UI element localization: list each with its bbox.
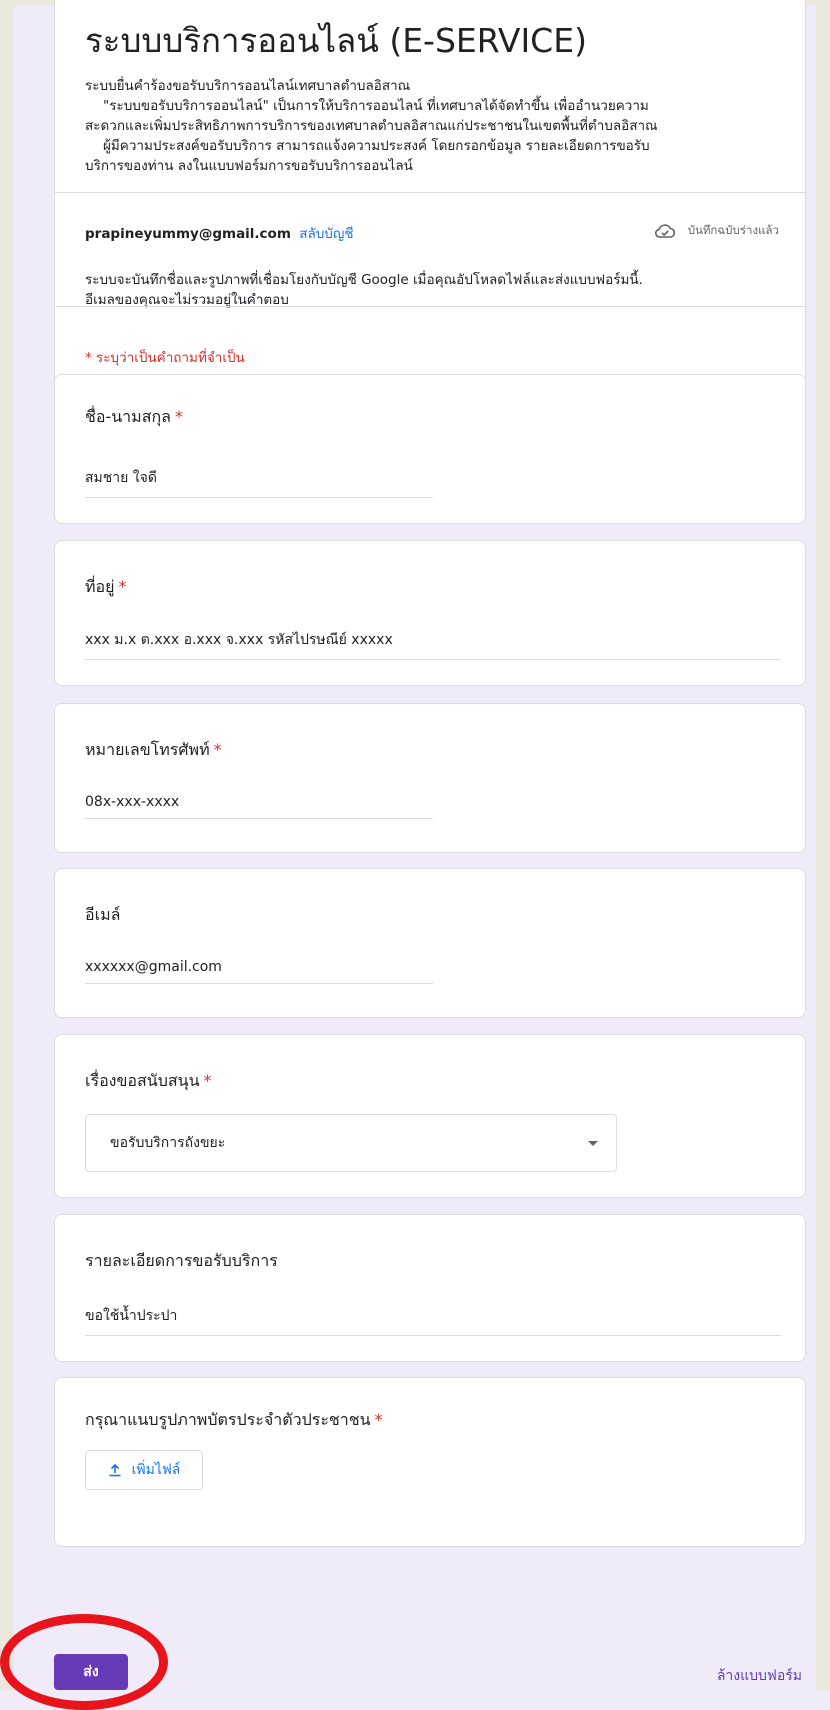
question-title: ที่อยู่ * [85,575,127,600]
description-line: ผู้มีความประสงค์ขอรับบริการ สามารถแจ้งคว… [103,138,650,154]
question-card-topic: เรื่องขอสนับสนุน * ขอรับบริการถังขยะ [54,1034,806,1198]
account-divider [55,306,805,307]
account-note-line: ระบบจะบันทึกชื่อและรูปภาพที่เชื่อมโยงกับ… [85,272,643,288]
right-margin [816,0,830,1690]
question-title-text: อีเมล์ [85,905,121,924]
question-title: เรื่องขอสนับสนุน * [85,1069,212,1094]
question-card-details: รายละเอียดการขอรับบริการ ขอใช้น้ำประปา [54,1214,806,1362]
required-asterisk: * [213,740,222,759]
phone-input[interactable]: 08x-xxx-xxxx [85,794,433,819]
question-title-text: กรุณาแนบรูปภาพบัตรประจำตัวประชาชน [85,1410,371,1429]
draft-status-label: บันทึกฉบับร่างแล้ว [687,223,779,237]
email-input[interactable]: xxxxxx@gmail.com [85,959,433,984]
question-card-upload: กรุณาแนบรูปภาพบัตรประจำตัวประชาชน * เพิ่ม… [54,1377,806,1547]
name-input[interactable]: สมชาย ใจดี [85,467,433,498]
clear-form-link[interactable]: ล้างแบบฟอร์ม [717,1665,802,1687]
question-title-text: ที่อยู่ [85,577,115,596]
question-title-text: ชื่อ-นามสกุล [85,407,171,426]
chevron-down-icon [588,1140,598,1146]
description-line: บริการของท่าน ลงในแบบฟอร์มการขอรับบริการ… [85,158,413,174]
description-line: สะดวกและเพิ่มประสิทธิภาพการบริการของเทศบ… [85,118,658,134]
draft-status: บันทึกฉบับร่างแล้ว [654,222,779,240]
form-header-card: ระบบบริการออนไลน์ (E-SERVICE) ระบบยื่นคำ… [54,0,806,384]
account-note: ระบบจะบันทึกชื่อและรูปภาพที่เชื่อมโยงกับ… [85,270,785,310]
add-file-button[interactable]: เพิ่มไฟล์ [85,1450,203,1490]
account-row: prapineyummy@gmail.com สลับบัญชี [85,222,354,244]
upload-icon [109,1463,121,1477]
required-asterisk: * [118,577,127,596]
description-line: ระบบยื่นคำร้องขอรับบริการออนไลน์เทศบาลตำ… [85,78,411,94]
required-asterisk: * [203,1071,212,1090]
question-card-email: อีเมล์ xxxxxx@gmail.com [54,868,806,1018]
cloud-done-icon [654,224,675,238]
required-note: * ระบุว่าเป็นคำถามที่จำเป็น [85,350,245,366]
dropdown-selected-value: ขอรับบริการถังขยะ [110,1135,226,1151]
form-title: ระบบบริการออนไลน์ (E-SERVICE) [85,21,587,60]
question-card-phone: หมายเลขโทรศัพท์ * 08x-xxx-xxxx [54,703,806,853]
form-description: ระบบยื่นคำร้องขอรับบริการออนไลน์เทศบาลตำ… [85,76,785,176]
add-file-label: เพิ่มไฟล์ [131,1462,181,1478]
required-asterisk: * [374,1410,383,1429]
switch-account-link[interactable]: สลับบัญชี [299,226,353,242]
details-input[interactable]: ขอใช้น้ำประปา [85,1305,781,1336]
question-title: ชื่อ-นามสกุล * [85,405,183,430]
left-margin [0,0,14,1690]
header-divider [55,192,805,193]
question-title: กรุณาแนบรูปภาพบัตรประจำตัวประชาชน * [85,1408,383,1433]
required-asterisk: * [174,407,183,426]
question-title-text: รายละเอียดการขอรับบริการ [85,1251,278,1270]
account-email: prapineyummy@gmail.com [85,226,291,242]
question-title-text: เรื่องขอสนับสนุน [85,1071,200,1090]
question-card-name: ชื่อ-นามสกุล * สมชาย ใจดี [54,374,806,524]
address-input[interactable]: xxx ม.x ต.xxx อ.xxx จ.xxx รหัสไปรษณีย์ x… [85,629,781,660]
question-title: อีเมล์ [85,903,120,928]
question-title-text: หมายเลขโทรศัพท์ [85,740,210,759]
topic-dropdown[interactable]: ขอรับบริการถังขยะ [85,1114,617,1172]
question-card-address: ที่อยู่ * xxx ม.x ต.xxx อ.xxx จ.xxx รหัสไ… [54,540,806,686]
question-title: รายละเอียดการขอรับบริการ [85,1249,278,1274]
description-line: "ระบบขอรับบริการออนไลน์" เป็นการให้บริกา… [103,98,649,114]
submit-button[interactable]: ส่ง [54,1654,128,1690]
question-title: หมายเลขโทรศัพท์ * [85,738,222,763]
account-note-line: อีเมลของคุณจะไม่รวมอยู่ในคำตอบ [85,292,289,308]
